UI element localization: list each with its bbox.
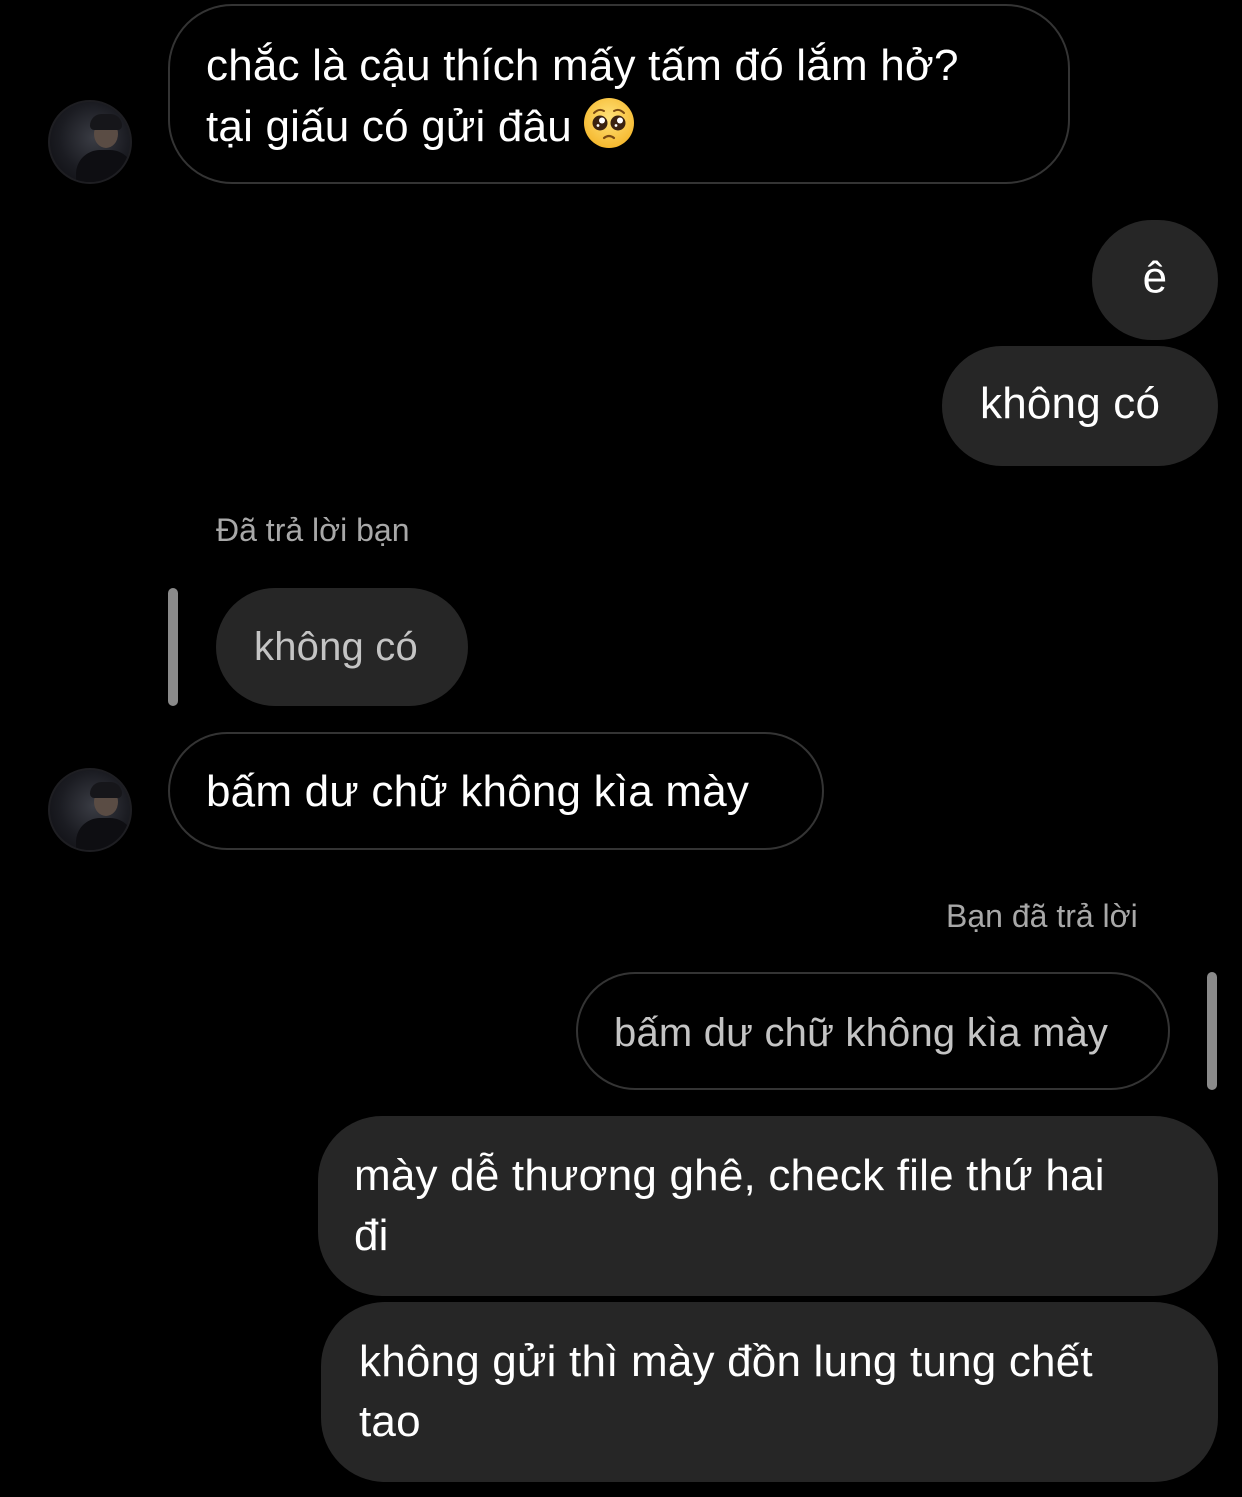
- quoted-text: bấm dư chữ không kìa mày: [614, 1011, 1109, 1055]
- message-text: bấm dư chữ không kìa mày: [206, 767, 750, 816]
- message-line: mày dễ thương ghê, check file thứ hai: [354, 1151, 1105, 1200]
- message-text: không có: [980, 379, 1161, 428]
- reply-label: Đã trả lời bạn: [216, 512, 410, 548]
- outgoing-message-bubble[interactable]: mày dễ thương ghê, check file thứ hai đi: [318, 1116, 1218, 1296]
- message-line-with-emoji: tại giấu có gửi đâu: [206, 96, 1032, 157]
- message-line: chắc là cậu thích mấy tấm đó lắm hở?: [206, 41, 959, 90]
- message-text: ê: [1142, 253, 1168, 302]
- pleading-face-emoji-icon: [583, 98, 634, 148]
- quoted-text: không có: [254, 625, 418, 669]
- message-line: tại giấu có gửi đâu: [206, 102, 572, 151]
- message-line: tao: [359, 1397, 421, 1446]
- reply-indicator-bar: [1207, 972, 1217, 1090]
- outgoing-message-bubble[interactable]: không gửi thì mày đồn lung tung chết tao: [321, 1302, 1218, 1482]
- incoming-message-bubble[interactable]: chắc là cậu thích mấy tấm đó lắm hở? tại…: [168, 4, 1070, 184]
- message-line: không gửi thì mày đồn lung tung chết: [359, 1337, 1093, 1386]
- quoted-message-bubble[interactable]: không có: [216, 588, 468, 706]
- outgoing-message-bubble[interactable]: ê: [1092, 220, 1218, 340]
- reply-label: Bạn đã trả lời: [946, 898, 1138, 934]
- message-line: đi: [354, 1211, 389, 1260]
- reply-indicator-bar: [168, 588, 178, 706]
- contact-avatar[interactable]: [48, 768, 132, 852]
- quoted-message-bubble[interactable]: bấm dư chữ không kìa mày: [576, 972, 1170, 1090]
- incoming-message-bubble[interactable]: bấm dư chữ không kìa mày: [168, 732, 824, 850]
- contact-avatar[interactable]: [48, 100, 132, 184]
- chat-thread: chắc là cậu thích mấy tấm đó lắm hở? tại…: [0, 0, 1242, 1497]
- outgoing-message-bubble[interactable]: không có: [942, 346, 1218, 466]
